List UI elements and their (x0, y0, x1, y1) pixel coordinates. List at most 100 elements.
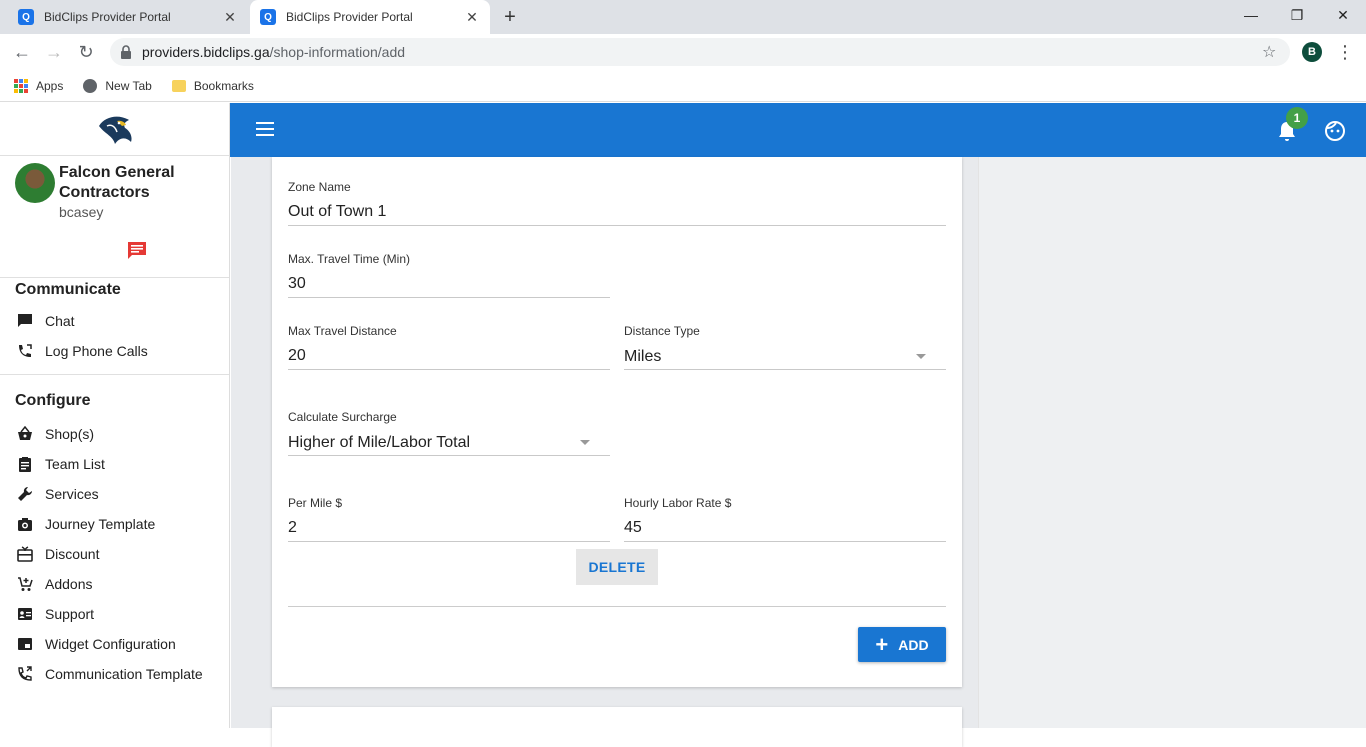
zone-name-input[interactable]: Out of Town 1 (288, 200, 946, 226)
nav-item-shops[interactable]: Shop(s) (0, 419, 229, 449)
add-button-label: ADD (898, 636, 929, 653)
new-tab-button[interactable]: + (498, 5, 522, 29)
calculate-surcharge-select[interactable]: Higher of Mile/Labor Total (288, 430, 610, 456)
cart-plus-icon (17, 576, 33, 592)
browser-tab-2[interactable]: Q BidClips Provider Portal ✕ (250, 0, 490, 34)
field-label: Per Mile $ (288, 496, 343, 510)
select-value: Higher of Mile/Labor Total (288, 433, 471, 451)
shopping-basket-icon (17, 426, 33, 442)
apps-grid-icon (14, 78, 28, 93)
nav-item-addons[interactable]: Addons (0, 569, 229, 599)
field-label: Distance Type (624, 324, 700, 338)
bookmarks-bar: Apps New Tab Bookmarks (0, 70, 1366, 102)
distance-type-field[interactable]: Distance Type Miles (624, 324, 946, 370)
chat-icon (17, 313, 33, 329)
forward-icon[interactable]: → (42, 40, 66, 64)
close-tab-icon[interactable]: ✕ (222, 9, 238, 26)
hourly-labor-rate-input[interactable]: 45 (624, 516, 946, 542)
right-panel (978, 157, 1366, 728)
notification-badge: 1 (1286, 107, 1308, 129)
nav-item-label: Log Phone Calls (45, 343, 148, 359)
nav-item-discount[interactable]: Discount (0, 539, 229, 569)
globe-icon (83, 78, 98, 93)
company-name: Falcon General Contractors (59, 164, 175, 201)
bookmark-label: New Tab (105, 78, 152, 93)
camera-icon (17, 516, 33, 532)
bookmark-new-tab[interactable]: New Tab (83, 78, 152, 93)
bookmark-folder[interactable]: Bookmarks (171, 78, 254, 93)
nav-item-label: Communication Template (45, 666, 203, 682)
nav-item-widget-configuration[interactable]: Widget Configuration (0, 629, 229, 659)
close-tab-icon[interactable]: ✕ (464, 9, 480, 26)
nav-item-label: Team List (45, 456, 105, 472)
nav-item-label: Services (45, 486, 99, 502)
field-label: Zone Name (288, 180, 351, 194)
account-face-icon[interactable] (1324, 120, 1346, 142)
nav-item-label: Discount (45, 546, 100, 562)
max-travel-time-input[interactable]: 30 (288, 272, 610, 298)
phone-forward-icon (17, 666, 33, 682)
close-window-icon[interactable]: ✕ (1320, 0, 1366, 30)
add-button[interactable]: + ADD (858, 627, 946, 662)
browser-tab-strip: Q BidClips Provider Portal ✕ Q BidClips … (0, 0, 1366, 34)
falcon-logo[interactable] (95, 112, 135, 146)
logo-area (0, 103, 229, 156)
menu-icon[interactable] (256, 122, 274, 136)
nav-item-label: Addons (45, 576, 93, 592)
nav-item-label: Journey Template (45, 516, 156, 532)
username: bcasey (59, 204, 104, 220)
wrench-icon (17, 486, 33, 502)
zone-name-field[interactable]: Zone Name Out of Town 1 (288, 180, 946, 226)
profile-avatar[interactable]: B (1302, 42, 1322, 62)
sidebar: Falcon General Contractors bcasey Commun… (0, 103, 230, 728)
max-travel-distance-field[interactable]: Max Travel Distance 20 (288, 324, 610, 370)
back-icon[interactable]: ← (10, 40, 34, 64)
dropdown-arrow-icon (580, 440, 590, 445)
nav-item-log-phone-calls[interactable]: Log Phone Calls (0, 336, 229, 366)
next-card (272, 707, 962, 747)
phone-log-icon (17, 343, 33, 359)
max-travel-distance-input[interactable]: 20 (288, 344, 610, 370)
nav-item-services[interactable]: Services (0, 479, 229, 509)
nav-item-communication-template[interactable]: Communication Template (0, 659, 229, 689)
widget-icon (17, 636, 33, 652)
distance-type-select[interactable]: Miles (624, 344, 946, 370)
bookmark-label: Apps (36, 78, 64, 93)
per-mile-input[interactable]: 2 (288, 516, 610, 542)
browser-menu-icon[interactable]: ⋮ (1336, 40, 1354, 64)
nav-item-chat[interactable]: Chat (0, 306, 229, 336)
form-divider (288, 606, 946, 607)
field-label: Hourly Labor Rate $ (624, 496, 732, 510)
nav-item-label: Shop(s) (45, 426, 95, 442)
delete-button[interactable]: DELETE (576, 549, 658, 585)
reload-icon[interactable]: ↻ (74, 40, 98, 64)
profile-area: Falcon General Contractors bcasey (0, 156, 229, 278)
max-travel-time-field[interactable]: Max. Travel Time (Min) 30 (288, 252, 610, 298)
main-content: Zone Name Out of Town 1 Max. Travel Time… (231, 157, 1366, 747)
url-host: providers.bidclips.ga (142, 44, 270, 60)
bidclips-favicon: Q (18, 9, 34, 25)
nav-item-support[interactable]: Support (0, 599, 229, 629)
per-mile-field[interactable]: Per Mile $ 2 (288, 496, 610, 542)
nav-item-label: Chat (45, 313, 75, 329)
browser-tab-1[interactable]: Q BidClips Provider Portal ✕ (8, 0, 248, 34)
section-title-configure: Configure (15, 392, 91, 409)
minimize-icon[interactable]: — (1228, 0, 1274, 30)
hourly-labor-rate-field[interactable]: Hourly Labor Rate $ 45 (624, 496, 946, 542)
app-bar: 1 (230, 103, 1366, 157)
zone-card: Zone Name Out of Town 1 Max. Travel Time… (272, 157, 962, 687)
nav-item-journey-template[interactable]: Journey Template (0, 509, 229, 539)
restore-icon[interactable]: ❐ (1274, 0, 1320, 30)
communicate-section: Communicate Chat Log Phone Calls (0, 278, 229, 366)
avatar[interactable] (15, 163, 55, 203)
bookmark-apps[interactable]: Apps (14, 78, 64, 93)
bookmark-label: Bookmarks (193, 78, 254, 93)
address-bar[interactable]: providers.bidclips.ga/shop-information/a… (110, 38, 1290, 66)
calculate-surcharge-field[interactable]: Calculate Surcharge Higher of Mile/Labor… (288, 410, 610, 456)
bookmark-star-icon[interactable]: ☆ (1262, 42, 1276, 62)
gift-card-icon (17, 546, 33, 562)
chat-message-icon[interactable] (126, 240, 148, 260)
dropdown-arrow-icon (916, 354, 926, 359)
nav-item-team-list[interactable]: Team List (0, 449, 229, 479)
nav-item-label: Widget Configuration (45, 636, 176, 652)
